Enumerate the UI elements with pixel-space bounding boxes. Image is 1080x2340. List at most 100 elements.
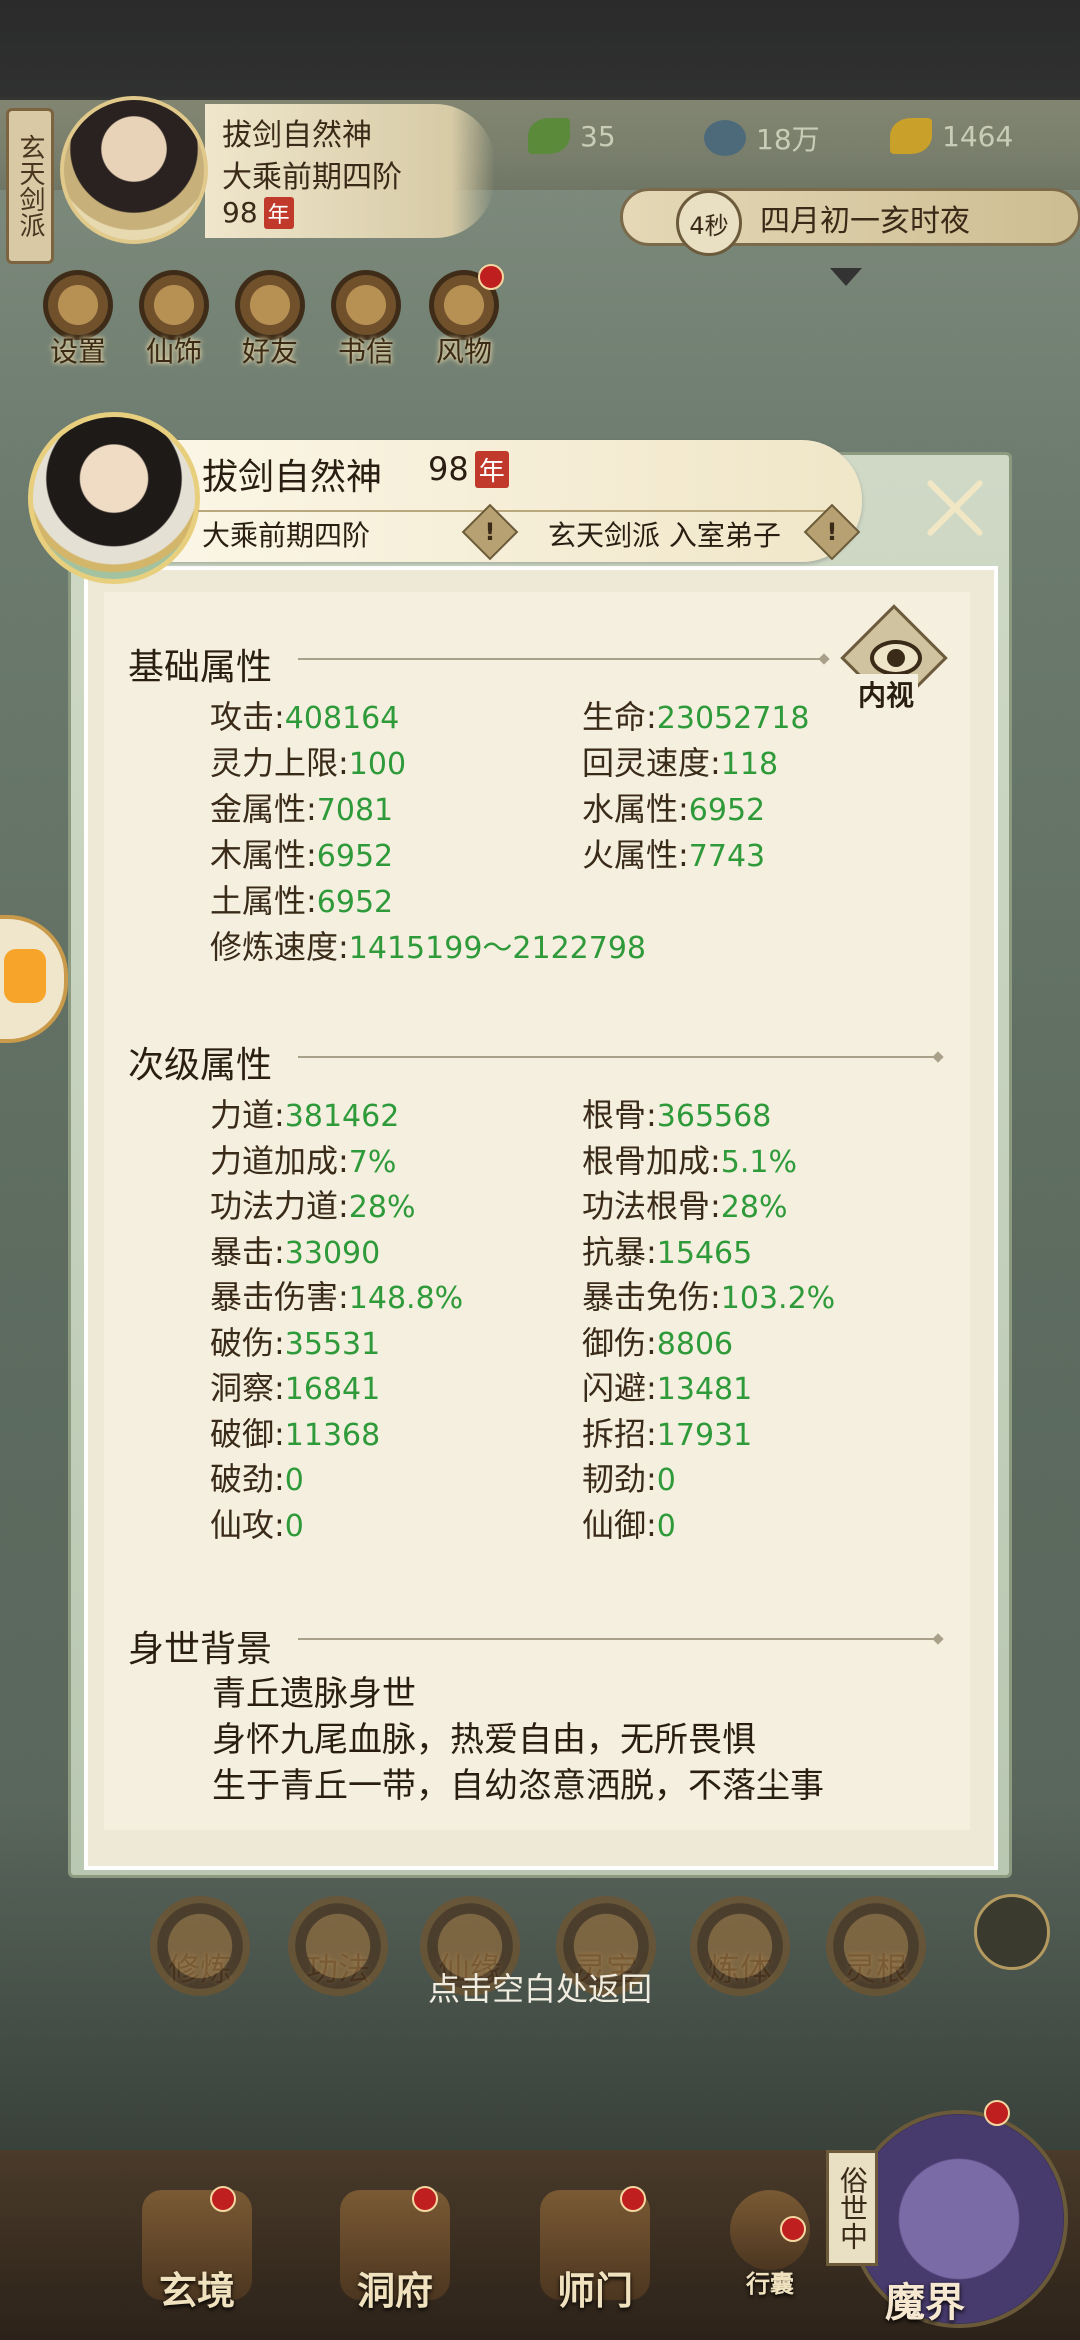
secondary-attr: 根骨:365568 xyxy=(582,1096,772,1134)
expand-arrow-icon[interactable] xyxy=(830,268,862,286)
game-time: 四月初一亥时夜 xyxy=(760,204,970,239)
attr-label: 生命 xyxy=(582,698,647,736)
attr-value: 33090 xyxy=(284,1236,381,1271)
attr-metal: 金属性:7081 xyxy=(210,790,394,828)
resource-leaf-value: 35 xyxy=(580,119,616,153)
resource-coin-value: 18万 xyxy=(756,123,820,156)
leaf-icon xyxy=(528,118,570,154)
close-icon[interactable] xyxy=(916,470,992,546)
tap-to-return-hint[interactable]: 点击空白处返回 xyxy=(0,1964,1080,2010)
attr-value: 17931 xyxy=(656,1418,753,1453)
notification-dot xyxy=(984,2100,1010,2126)
attr-label: 闪避 xyxy=(582,1369,647,1407)
secondary-attr: 仙攻:0 xyxy=(210,1506,304,1544)
attr-value: 1415199～2122798 xyxy=(348,931,647,966)
secondary-attributes-title: 次级属性 xyxy=(128,1045,273,1086)
player-avatar[interactable] xyxy=(60,96,208,244)
attr-value: 35531 xyxy=(284,1327,381,1362)
menu-ornament-label: 仙饰 xyxy=(145,335,202,368)
menu-letters[interactable]: 书信 xyxy=(326,270,406,370)
secondary-attr: 暴击免伤:103.2% xyxy=(582,1278,836,1316)
attr-value: 148.8% xyxy=(348,1281,464,1316)
attr-value: 28% xyxy=(720,1190,788,1225)
attr-label: 土属性 xyxy=(210,882,307,920)
attr-label: 力道加成 xyxy=(210,1142,339,1180)
attr-value: 408164 xyxy=(284,701,400,736)
attr-label: 攻击 xyxy=(210,698,275,736)
world-switch-label: 魔界 xyxy=(885,2280,965,2326)
section-divider xyxy=(298,1638,938,1640)
resource-coin[interactable]: 18万 xyxy=(704,118,820,158)
nav-label: 师门 xyxy=(556,2269,633,2313)
inner-view-button[interactable]: 内视 xyxy=(840,604,948,714)
world-status-tag: 俗世中 xyxy=(826,2150,878,2266)
attr-label: 功法根骨 xyxy=(582,1187,711,1225)
attr-label: 功法力道 xyxy=(210,1187,339,1225)
attr-water: 水属性:6952 xyxy=(582,790,766,828)
secondary-attr: 力道:381462 xyxy=(210,1096,400,1134)
resource-leaf[interactable]: 35 xyxy=(528,118,616,154)
attr-label: 回灵速度 xyxy=(582,744,711,782)
attr-fire: 火属性:7743 xyxy=(582,836,766,874)
secondary-attr: 暴击:33090 xyxy=(210,1233,381,1271)
resource-ingot-value: 1464 xyxy=(942,119,1014,153)
attr-value: 0 xyxy=(284,1509,304,1544)
attr-label: 暴击免伤 xyxy=(582,1278,711,1316)
section-divider xyxy=(298,1056,938,1058)
attr-label: 修炼速度 xyxy=(210,928,339,966)
secondary-attr: 韧劲:0 xyxy=(582,1460,676,1498)
menu-letters-label: 书信 xyxy=(337,335,394,368)
player-name: 拔剑自然神 xyxy=(222,118,372,153)
notification-dot xyxy=(478,264,504,290)
nav-cave[interactable]: 洞府 xyxy=(330,2190,460,2315)
attr-value: 15465 xyxy=(656,1236,753,1271)
nav-bag[interactable]: 行囊 xyxy=(720,2190,820,2299)
age-unit-badge: 年 xyxy=(263,197,294,229)
secondary-attr: 御伤:8806 xyxy=(582,1324,734,1362)
secondary-attr: 力道加成:7% xyxy=(210,1142,397,1180)
attr-label: 破御 xyxy=(210,1415,275,1453)
attr-label: 破劲 xyxy=(210,1460,275,1498)
compass-icon[interactable] xyxy=(974,1894,1050,1970)
nav-realm[interactable]: 玄境 xyxy=(132,2190,262,2315)
attr-value: 103.2% xyxy=(720,1281,836,1316)
menu-friends[interactable]: 好友 xyxy=(230,270,310,370)
attr-attack: 攻击:408164 xyxy=(210,698,400,736)
menu-settings-label: 设置 xyxy=(49,335,106,368)
nav-label: 行囊 xyxy=(746,2270,794,2298)
menu-ornament[interactable]: 仙饰 xyxy=(134,270,214,370)
attr-label: 拆招 xyxy=(582,1415,647,1453)
attr-value: 16841 xyxy=(284,1372,381,1407)
attr-value: 365568 xyxy=(656,1099,772,1134)
attr-label: 暴击 xyxy=(210,1233,275,1271)
secondary-attr: 破御:11368 xyxy=(210,1415,381,1453)
attr-hp: 生命:23052718 xyxy=(582,698,810,736)
attr-value: 7743 xyxy=(688,839,766,874)
attr-label: 仙御 xyxy=(582,1506,647,1544)
secondary-attr: 根骨加成:5.1% xyxy=(582,1142,798,1180)
inner-view-label: 内视 xyxy=(854,674,919,714)
nav-label: 玄境 xyxy=(158,2269,235,2313)
resource-ingot[interactable]: 1464 xyxy=(890,118,1013,154)
secondary-attr: 洞察:16841 xyxy=(210,1369,381,1407)
attr-value: 28% xyxy=(348,1190,416,1225)
menu-settings[interactable]: 设置 xyxy=(38,270,118,370)
attr-label: 仙攻 xyxy=(210,1506,275,1544)
background-title: 身世背景 xyxy=(128,1629,273,1670)
notification-dot xyxy=(780,2216,806,2242)
section-divider xyxy=(298,658,824,660)
attr-label: 根骨 xyxy=(582,1096,647,1134)
panel-age-value: 98 xyxy=(428,450,469,488)
attr-earth: 土属性:6952 xyxy=(210,882,394,920)
sect-tag[interactable]: 玄天剑派 xyxy=(6,108,54,264)
attr-value: 6952 xyxy=(316,885,394,920)
attr-label: 洞察 xyxy=(210,1369,275,1407)
attr-spirit-regen: 回灵速度:118 xyxy=(582,744,779,782)
basic-attributes-title: 基础属性 xyxy=(128,647,273,688)
attr-label: 木属性 xyxy=(210,836,307,874)
attr-value: 0 xyxy=(656,1509,676,1544)
attr-value: 6952 xyxy=(316,839,394,874)
player-realm: 大乘前期四阶 xyxy=(222,160,402,195)
side-gamepad-button[interactable] xyxy=(0,915,68,1043)
header-divider xyxy=(198,510,838,512)
